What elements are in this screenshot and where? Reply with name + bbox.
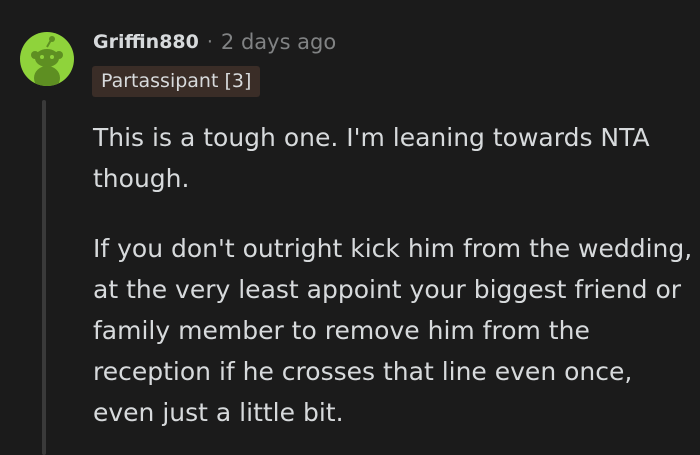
- comment-body: This is a tough one. I'm leaning towards…: [93, 117, 693, 455]
- comment-header: Griffin880 · 2 days ago: [93, 27, 336, 57]
- snoo-avatar-icon: [31, 36, 63, 86]
- comment-paragraph: This is a tough one. I'm leaning towards…: [93, 123, 650, 193]
- comment-paragraph: If you don't outright kick him from the …: [93, 234, 693, 427]
- author-username[interactable]: Griffin880: [93, 31, 199, 53]
- avatar[interactable]: [20, 32, 74, 86]
- comment-timestamp[interactable]: 2 days ago: [221, 30, 336, 54]
- comment: Griffin880 · 2 days ago Partassipant [3]…: [0, 0, 700, 455]
- thread-collapse-line[interactable]: [42, 100, 46, 455]
- user-flair: Partassipant [3]: [92, 66, 261, 97]
- meta-separator: ·: [206, 31, 213, 53]
